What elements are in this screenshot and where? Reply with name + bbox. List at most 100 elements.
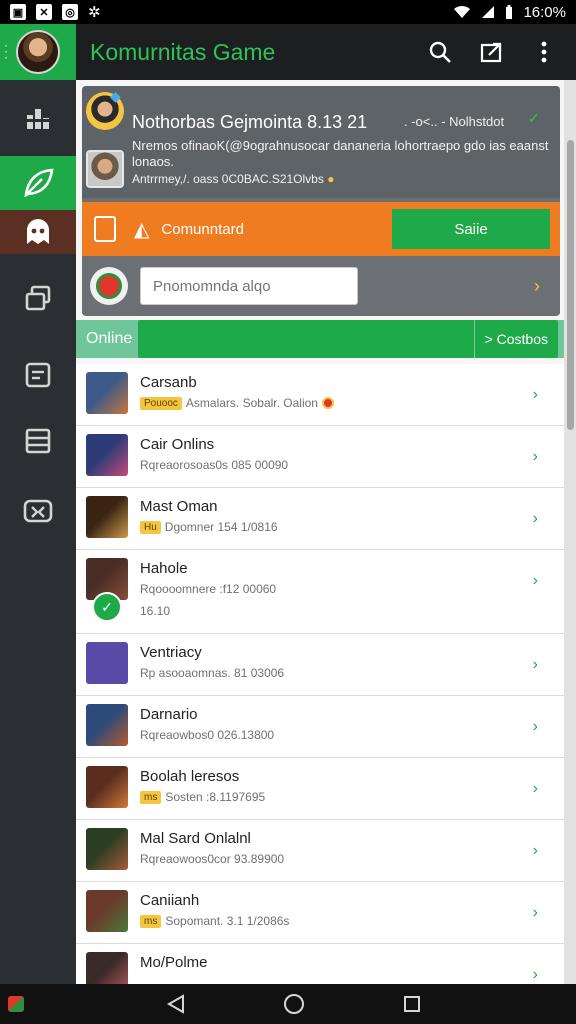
status-left-icons: ▣ ✕ ◎ ✲ [10,3,101,21]
promo-action-button[interactable]: Saiie [392,209,550,249]
game-subtitle: Rp asooaomnas. 81 03006 [140,666,284,680]
avatar [16,30,60,74]
battery-icon [506,4,513,19]
rail-item-list[interactable] [0,408,76,474]
chevron-icon[interactable]: › [533,718,538,736]
game-name: Mal Sard Onlalnl [140,830,251,847]
game-badge: ms [140,914,162,928]
game-name: Boolah leresos [140,768,240,785]
hero-aside: . -o<.. - Nolhstdot [404,114,505,129]
tab-collections[interactable]: > Costbos [485,331,558,347]
nav-buttons [164,992,424,1016]
coin-icon: ● [327,172,335,186]
home-button[interactable] [282,992,306,1016]
promo-banner: ◭ Comunntard Saiie [82,202,560,256]
stats-icon [26,109,50,129]
game-list-item[interactable]: Mast Oman Hu Dgomner 154 1/0816 › [76,488,564,550]
verified-icon: ✓ [528,110,540,126]
wifi-icon [454,5,471,18]
installed-check-icon: ✓ [92,592,122,622]
status-bar: ▣ ✕ ◎ ✲ 16:0% [0,0,576,24]
chevron-icon[interactable]: › [533,386,538,404]
game-name: Mo/Polme [140,954,208,971]
status-right-icons: 16:0% [453,4,566,21]
chevron-icon[interactable]: › [533,966,538,984]
search-chevron-icon[interactable]: › [534,276,540,297]
search-input[interactable] [140,267,358,305]
scroll-thumb[interactable] [567,140,574,430]
chevron-icon[interactable]: › [533,510,538,528]
game-subtitle-text: Rqreaowoos0cor 93.89900 [140,852,285,866]
game-thumbnail [86,434,128,476]
game-list-item[interactable]: Carsanb Pouooc Asmalars. Sobalr. Oalion › [76,364,564,426]
app-screen: ▣ ✕ ◎ ✲ 16:0% · · · Komurnitas Game ◆ No… [0,0,576,1024]
game-subtitle-text: Sosten :8.1197695 [165,790,266,804]
share-icon [480,42,502,63]
rail-item-stats[interactable] [0,80,76,156]
search-row: › [82,258,560,314]
rail-item-layers[interactable] [0,254,76,342]
game-subtitle-text: Sopomant. 3.1 1/2086s [165,914,290,928]
back-icon [167,994,184,1014]
hero-meta-text: Antrrmey,/. oass 0C0BAC.S21Olvbs [132,172,324,186]
game-thumbnail [86,372,128,414]
game-thumbnail [86,766,128,808]
tab-online[interactable]: Online [76,330,138,348]
status-time: 16:0% [523,3,566,21]
scrollbar[interactable] [564,80,576,984]
rail-item-leaf[interactable] [0,156,76,210]
signal-icon [482,6,495,18]
recents-icon [404,996,420,1012]
rail-item-gamepad[interactable] [0,474,76,548]
game-list-item[interactable]: Ventriacy Rp asooaomnas. 81 03006 › [76,634,564,696]
share-button[interactable] [476,36,508,68]
game-thumbnail [86,952,128,984]
game-subtitle-text: Rqreaorosoas0s 085 00090 [140,458,289,472]
tab-divider [473,320,475,358]
more-vert-icon [541,41,547,63]
game-thumbnail [86,704,128,746]
game-badge: ms [140,790,162,804]
ghost-icon [27,219,49,244]
game-list-item[interactable]: Boolah leresos ms Sosten :8.1197695 › [76,758,564,820]
rail-item-ghost[interactable] [0,210,76,254]
chevron-icon[interactable]: › [533,780,538,798]
chevron-icon[interactable]: › [533,572,538,590]
hero-meta: Antrrmey,/. oass 0C0BAC.S21Olvbs ● [132,172,334,186]
main-content: ◆ Nothorbas Gejmointa 8.13 21 . -o<.. - … [76,80,564,984]
game-name: Caniianh [140,892,200,909]
hero-card[interactable]: ◆ Nothorbas Gejmointa 8.13 21 . -o<.. - … [82,86,560,316]
game-list-item[interactable]: Darnario Rqreaowbos0 026.13800 › [76,696,564,758]
game-thumbnail [86,828,128,870]
game-name: Darnario [140,706,198,723]
hero-title: Nothorbas Gejmointa 8.13 21 [132,112,368,132]
recents-button[interactable] [400,992,424,1016]
hero-avatar-thumbnail [86,150,124,188]
app-actions [424,36,576,68]
tab-bar[interactable]: > Costbos [138,320,558,358]
profile-button[interactable]: · · · [0,24,76,80]
game-list-item[interactable]: ✓ Hahole Rqoooomnere :f12 00060 16.10 › [76,550,564,634]
game-badge: Pouooc [140,396,182,410]
chevron-icon[interactable]: › [533,656,538,674]
hero-description: Nremos ofinaoK(@9ograhnusocar dananeria … [132,138,549,169]
rail-item-chat[interactable] [0,342,76,408]
back-button[interactable] [164,992,188,1016]
game-list-item[interactable]: Mo/Polme › [76,944,564,984]
game-list-item[interactable]: Mal Sard Onlalnl Rqreaowoos0cor 93.89900 › [76,820,564,882]
game-list-item[interactable]: Caniianh ms Sopomant. 3.1 1/2086s › [76,882,564,944]
drawer-dots-icon: · · · [4,38,8,64]
game-badge-icon [90,267,128,305]
game-name: Carsanb [140,374,197,391]
game-list-item[interactable]: Cair Onlins Rqreaorosoas0s 085 00090 › [76,426,564,488]
search-button[interactable] [424,36,456,68]
megaphone-icon: ◭ [134,218,150,241]
chevron-icon[interactable]: › [533,448,538,466]
chevron-icon[interactable]: › [533,904,538,922]
leaf-icon [24,168,54,198]
app-indicator-icon [8,996,24,1012]
more-button[interactable] [528,36,560,68]
chevron-icon[interactable]: › [533,842,538,860]
app-title: Komurnitas Game [90,38,276,65]
game-subtitle-text: Rqoooomnere :f12 00060 [140,582,277,596]
